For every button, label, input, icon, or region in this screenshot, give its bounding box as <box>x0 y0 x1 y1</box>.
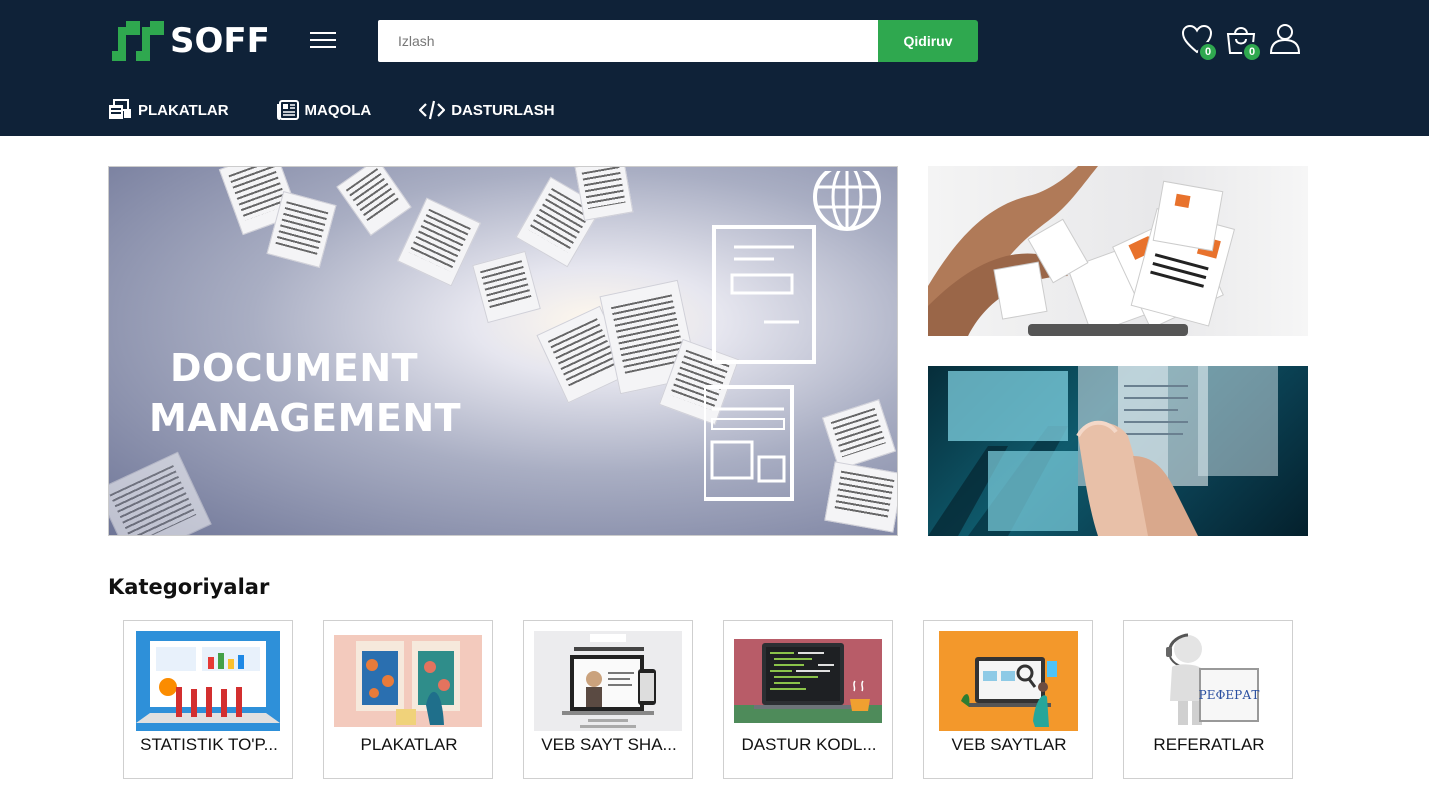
flying-paper <box>472 250 541 324</box>
category-image: РЕФЕРАТ <box>1158 631 1262 731</box>
hero-side-banner-top[interactable] <box>928 166 1308 336</box>
wishlist-count-badge: 0 <box>1198 42 1218 62</box>
category-image <box>534 631 682 731</box>
category-label: PLAKATLAR <box>360 735 458 754</box>
poster-icon <box>109 99 131 119</box>
category-label: STATISTIK TO'P... <box>140 735 278 754</box>
search-bar: Qidiruv <box>378 20 978 62</box>
code-icon <box>419 100 446 120</box>
newspaper-icon <box>276 100 299 120</box>
hand-documents-image <box>928 166 1236 336</box>
category-image <box>734 639 882 723</box>
wishlist-button[interactable]: 0 <box>1180 22 1218 62</box>
cart-count-badge: 0 <box>1242 42 1262 62</box>
site-header: SOFF Qidiruv 0 0 <box>0 0 1429 136</box>
globe-icon <box>813 171 881 231</box>
hero-title-line1: DOCUMENT <box>169 346 419 390</box>
nav-label: DASTURLASH <box>451 101 555 119</box>
category-card[interactable]: РЕФЕРАТ REFERATLAR <box>1123 620 1293 779</box>
category-card[interactable]: DASTUR KODL... <box>723 620 893 779</box>
search-input[interactable] <box>378 20 878 62</box>
category-label: VEB SAYT SHA... <box>541 735 677 754</box>
nav-item-maqola[interactable]: MAQOLA <box>276 96 372 124</box>
category-card[interactable]: VEB SAYTLAR <box>923 620 1093 779</box>
category-card[interactable]: VEB SAYT SHA... <box>523 620 693 779</box>
account-button[interactable] <box>1268 22 1304 58</box>
hero-main-banner[interactable]: DOCUMENT MANAGEMENT <box>108 166 898 536</box>
categories-title: Kategoriyalar <box>108 575 270 599</box>
category-image <box>939 631 1078 731</box>
category-image <box>334 635 482 727</box>
cart-button[interactable]: 0 <box>1224 22 1262 62</box>
nav-label: PLAKATLAR <box>138 101 229 119</box>
flying-paper <box>109 451 212 535</box>
main-nav: PLAKATLAR MAQOLA DASTURLASH <box>108 96 555 124</box>
document-outline-icon <box>704 225 816 501</box>
category-label: VEB SAYTLAR <box>951 735 1067 754</box>
category-card[interactable]: STATISTIK TO'P... <box>123 620 293 779</box>
nav-item-dasturlash[interactable]: DASTURLASH <box>419 96 555 124</box>
nav-label: MAQOLA <box>304 101 372 119</box>
flying-paper <box>574 167 634 221</box>
touch-folders-image <box>928 366 1278 536</box>
user-icon <box>1269 24 1301 54</box>
search-button[interactable]: Qidiruv <box>878 20 978 62</box>
logo-mark-icon <box>112 21 164 61</box>
hero-side-banner-bottom[interactable] <box>928 366 1308 536</box>
hero-title-line2: MANAGEMENT <box>149 396 462 440</box>
logo-text: SOFF <box>170 21 270 61</box>
referat-image-text: РЕФЕРАТ <box>1199 688 1260 702</box>
category-label: REFERATLAR <box>1153 735 1265 754</box>
menu-toggle-icon[interactable] <box>310 30 336 50</box>
hero-main-title: DOCUMENT MANAGEMENT <box>149 343 462 443</box>
nav-item-plakatlar[interactable]: PLAKATLAR <box>108 96 229 124</box>
logo[interactable]: SOFF <box>108 17 270 65</box>
flying-paper <box>336 167 412 236</box>
category-label: DASTUR KODL... <box>741 735 877 754</box>
category-image <box>136 631 280 731</box>
category-card[interactable]: PLAKATLAR <box>323 620 493 779</box>
flying-paper <box>397 197 481 287</box>
